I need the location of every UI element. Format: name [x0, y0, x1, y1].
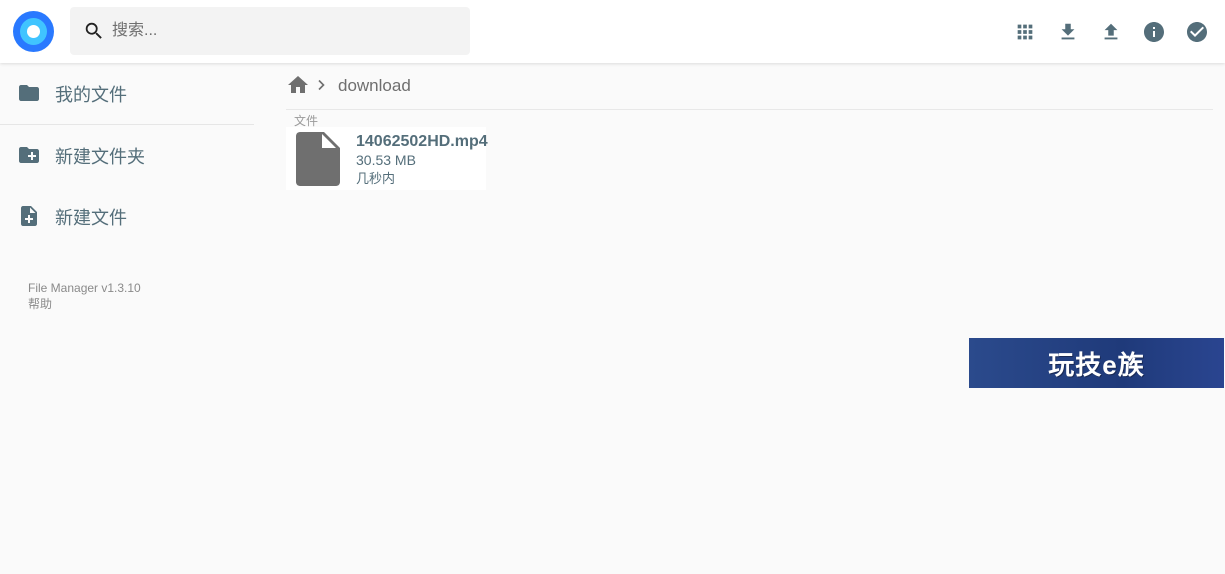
watermark-banner: 玩技e族 [969, 338, 1224, 388]
credits: File Manager v1.3.10 帮助 [28, 280, 141, 312]
search-input[interactable] [112, 7, 462, 55]
version-text: File Manager v1.3.10 [28, 281, 141, 295]
grid-view-button[interactable] [1010, 17, 1040, 47]
download-icon [1061, 23, 1075, 40]
sidebar-item-new-file[interactable]: 新建文件 [0, 186, 254, 247]
check-circle-icon [1187, 22, 1207, 42]
chevron-right-icon [318, 79, 325, 91]
main-content: download 文件 14062502HD.mp4 30.53 MB 几秒内 [286, 63, 1213, 190]
top-bar [0, 0, 1225, 63]
file-icon [296, 132, 340, 186]
sidebar-item-my-files[interactable]: 我的文件 [0, 63, 254, 124]
sidebar-item-label: 我的文件 [55, 84, 127, 105]
download-button[interactable] [1053, 17, 1083, 47]
create-folder-icon [19, 147, 39, 163]
app-logo[interactable] [13, 11, 54, 52]
create-file-icon [21, 206, 37, 226]
select-button[interactable] [1182, 17, 1212, 47]
info-button[interactable] [1139, 17, 1169, 47]
help-link[interactable]: 帮助 [28, 296, 141, 312]
sidebar: 我的文件 新建文件夹 新建文件 [0, 63, 254, 247]
breadcrumb: download [286, 63, 1213, 110]
home-icon[interactable] [286, 73, 310, 97]
file-name: 14062502HD.mp4 [356, 133, 488, 150]
folder-icon [19, 85, 39, 101]
info-icon [1144, 22, 1164, 42]
file-item[interactable]: 14062502HD.mp4 30.53 MB 几秒内 [286, 127, 488, 190]
grid-view-icon [1017, 24, 1033, 40]
search-box [70, 7, 470, 55]
logo-dot [27, 25, 40, 38]
search-icon [85, 22, 102, 39]
sidebar-item-label: 新建文件夹 [55, 146, 145, 167]
breadcrumb-item-download[interactable]: download [338, 76, 411, 96]
watermark-text: 玩技e族 [1048, 349, 1145, 380]
upload-icon [1104, 23, 1118, 40]
sidebar-item-label: 新建文件 [55, 207, 127, 228]
upload-button[interactable] [1096, 17, 1126, 47]
sidebar-item-new-folder[interactable]: 新建文件夹 [0, 125, 254, 186]
file-modified: 几秒内 [356, 171, 396, 186]
file-size: 30.53 MB [356, 152, 416, 168]
